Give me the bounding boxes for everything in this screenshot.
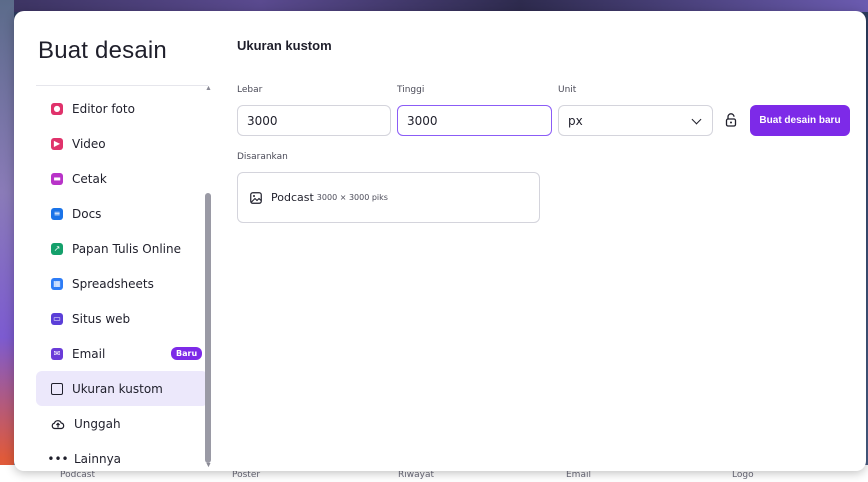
- photo-editor-icon: ●: [51, 102, 63, 115]
- width-input[interactable]: 3000: [237, 105, 391, 136]
- create-new-design-button[interactable]: Buat desain baru: [750, 105, 850, 136]
- sidebar-divider: [36, 85, 208, 86]
- sidebar-item-docs[interactable]: ≡ Docs: [36, 196, 208, 231]
- background-bottom-item: Riwayat: [398, 470, 434, 480]
- custom-size-title: Ukuran kustom: [237, 38, 332, 53]
- unit-select[interactable]: px: [558, 105, 713, 136]
- sidebar-list: ● Editor foto ▶ Video ▬ Cetak ≡ Docs ↗ P…: [36, 91, 208, 471]
- sidebar-item-situs-web[interactable]: ▭ Situs web: [36, 301, 208, 336]
- suggestion-dimensions: 3000 × 3000 piks: [316, 193, 388, 202]
- sidebar-item-label: Situs web: [72, 311, 131, 326]
- sidebar-item-video[interactable]: ▶ Video: [36, 126, 208, 161]
- background-bottom-item: Podcast: [60, 470, 96, 480]
- sidebar-item-label: Papan Tulis Online: [72, 241, 181, 256]
- height-input[interactable]: 3000: [397, 105, 552, 136]
- scroll-down-arrow-icon[interactable]: ▼: [205, 462, 212, 469]
- sidebar-item-label: Cetak: [72, 171, 107, 186]
- sidebar-scrollbar[interactable]: ▲ ▼: [204, 85, 212, 469]
- suggestion-name: Podcast: [271, 191, 314, 204]
- sidebar-item-editor-foto[interactable]: ● Editor foto: [36, 91, 208, 126]
- chevron-down-icon: [691, 114, 702, 125]
- background-bottom-item: Email: [566, 470, 591, 480]
- print-icon: ▬: [51, 172, 63, 185]
- modal-title: Buat desain: [38, 37, 167, 64]
- scrollbar-thumb[interactable]: [205, 193, 211, 463]
- sidebar-item-label: Video: [72, 136, 106, 151]
- sidebar-item-label: Lainnya: [74, 451, 122, 466]
- background-bottom-item: Logo: [732, 470, 754, 480]
- unlock-icon[interactable]: [725, 113, 737, 127]
- more-icon: •••: [47, 451, 69, 466]
- sidebar-item-ukuran-kustom[interactable]: Ukuran kustom: [36, 371, 208, 406]
- image-icon: [250, 191, 262, 204]
- create-design-modal: Buat desain ● Editor foto ▶ Video ▬ Ceta…: [14, 11, 866, 471]
- width-label: Lebar: [237, 85, 263, 95]
- sidebar-item-cetak[interactable]: ▬ Cetak: [36, 161, 208, 196]
- email-icon: ✉: [51, 347, 63, 360]
- whiteboard-icon: ↗: [51, 242, 63, 255]
- sidebar-item-spreadsheets[interactable]: ▦ Spreadsheets: [36, 266, 208, 301]
- background-left-strip: [0, 0, 14, 482]
- design-type-sidebar: ● Editor foto ▶ Video ▬ Cetak ≡ Docs ↗ P…: [36, 85, 216, 471]
- video-icon: ▶: [51, 137, 63, 150]
- sidebar-item-label: Docs: [72, 206, 102, 221]
- new-badge: Baru: [171, 347, 203, 360]
- sidebar-item-label: Email: [72, 346, 106, 361]
- docs-icon: ≡: [51, 207, 63, 220]
- suggested-label: Disarankan: [237, 152, 288, 162]
- scroll-up-arrow-icon[interactable]: ▲: [205, 85, 212, 92]
- sidebar-item-lainnya[interactable]: ••• Lainnya: [36, 441, 208, 471]
- sidebar-item-label: Ukuran kustom: [72, 381, 163, 396]
- spreadsheets-icon: ▦: [51, 277, 63, 290]
- upload-icon: [51, 418, 65, 430]
- sidebar-item-email[interactable]: ✉ Email Baru: [36, 336, 208, 371]
- height-label: Tinggi: [397, 85, 425, 95]
- suggestion-card-podcast[interactable]: Podcast 3000 × 3000 piks: [237, 172, 540, 223]
- sidebar-item-papan-tulis[interactable]: ↗ Papan Tulis Online: [36, 231, 208, 266]
- custom-size-icon: [51, 382, 63, 395]
- sidebar-item-label: Spreadsheets: [72, 276, 154, 291]
- sidebar-item-unggah[interactable]: Unggah: [36, 406, 208, 441]
- sidebar-item-label: Unggah: [74, 416, 121, 431]
- sidebar-item-label: Editor foto: [72, 101, 135, 116]
- background-bottom-item: Poster: [232, 470, 261, 480]
- website-icon: ▭: [51, 312, 63, 325]
- unit-selected-value: px: [568, 113, 583, 128]
- unit-label: Unit: [558, 85, 577, 95]
